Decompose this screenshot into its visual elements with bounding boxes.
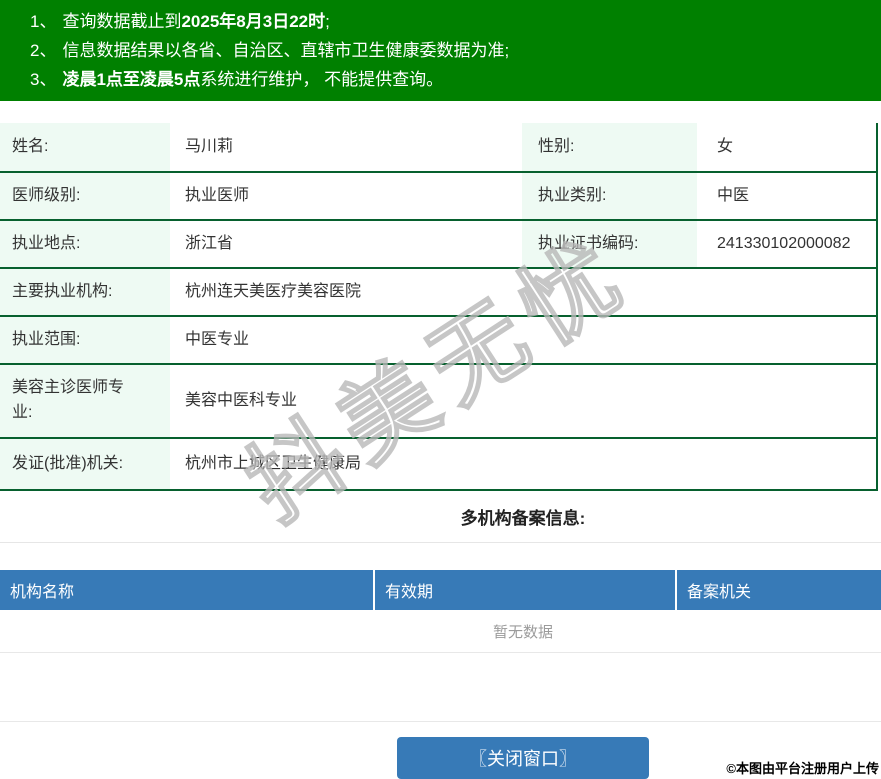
page: 1、 查询数据截止到2025年8月3日22时; 2、 信息数据结果以各省、自治区、直… [0, 0, 881, 779]
filing-section-title: 多机构备案信息: [460, 509, 586, 528]
notice-number: 1、 [30, 12, 57, 31]
column-header-filing-authority: 备案机关 [675, 570, 881, 610]
field-label-main-institution: 主要执业机构: [0, 269, 170, 315]
notice-text: 信息数据结果以各省、自治区、直辖市卫生健康委数据为准; [62, 41, 510, 60]
field-label-name: 姓名: [0, 123, 170, 171]
field-label-practice-scope: 执业范围: [0, 317, 170, 363]
table-row: 姓名: 马川莉 性别: 女 [0, 123, 876, 173]
column-header-institution-name: 机构名称 [10, 584, 75, 601]
field-value-cosmetic-specialty: 美容中医科专业 [185, 391, 298, 409]
empty-data-message: 暂无数据 [0, 610, 881, 653]
table-row: 医师级别: 执业医师 执业类别: 中医 [0, 173, 876, 221]
field-label-cosmetic-specialty: 美容主诊医师专业: [0, 365, 170, 437]
divider [0, 542, 881, 543]
field-label-practice-category: 执业类别: [522, 173, 697, 219]
notice-banner: 1、 查询数据截止到2025年8月3日22时; 2、 信息数据结果以各省、自治区、直… [0, 0, 881, 101]
table-row: 美容主诊医师专业: 美容中医科专业 [0, 365, 876, 439]
field-value-practice-location: 浙江省 [185, 234, 234, 252]
notice-line-1: 1、 查询数据截止到2025年8月3日22时; [0, 7, 881, 36]
practitioner-info-table: 姓名: 马川莉 性别: 女 医师级别: 执业医师 执业类别: 中医 执业地点: … [0, 123, 878, 491]
divider [0, 653, 881, 722]
field-label-issuing-authority: 发证(批准)机关: [0, 439, 170, 489]
notice-bold-text: 凌晨1点至凌晨5点 [62, 70, 201, 89]
table-row: 发证(批准)机关: 杭州市上城区卫生健康局 [0, 439, 876, 491]
field-value-practice-category: 中医 [717, 186, 750, 204]
table-row: 主要执业机构: 杭州连天美医疗美容医院 [0, 269, 876, 317]
notice-number: 3、 [30, 70, 57, 89]
field-value-name: 马川莉 [185, 137, 234, 155]
field-label-practice-location: 执业地点: [0, 221, 170, 267]
notice-line-2: 2、 信息数据结果以各省、自治区、直辖市卫生健康委数据为准; [0, 36, 881, 65]
field-label-certificate-number: 执业证书编码: [522, 221, 697, 267]
field-value-main-institution: 杭州连天美医疗美容医院 [185, 282, 362, 300]
upload-credit-text: ©本图由平台注册用户上传 [726, 761, 879, 776]
field-value-practice-scope: 中医专业 [185, 330, 250, 348]
field-value-doctor-level: 执业医师 [185, 186, 250, 204]
notice-text: 系统进行维护， 不能提供查询。 [200, 70, 444, 89]
column-header-validity-period: 有效期 [373, 570, 675, 610]
notice-number: 2、 [30, 41, 57, 60]
notice-text: 查询数据截止到 [62, 12, 182, 31]
field-value-issuing-authority: 杭州市上城区卫生健康局 [185, 454, 362, 472]
notice-bold-text: 2025年8月3日22时 [181, 12, 326, 31]
field-label-gender: 性别: [522, 123, 697, 171]
notice-text: ; [325, 12, 330, 31]
notice-line-3: 3、 凌晨1点至凌晨5点系统进行维护， 不能提供查询。 [0, 65, 881, 94]
table-row: 执业范围: 中医专业 [0, 317, 876, 365]
table-row: 执业地点: 浙江省 执业证书编码: 241330102000082 [0, 221, 876, 269]
field-value-gender: 女 [717, 137, 734, 155]
field-label-doctor-level: 医师级别: [0, 173, 170, 219]
close-window-button[interactable]: 〖关闭窗口〗 [397, 737, 649, 779]
field-value-certificate-number: 241330102000082 [717, 234, 851, 252]
filing-table-header: 机构名称 有效期 备案机关 [0, 570, 881, 610]
